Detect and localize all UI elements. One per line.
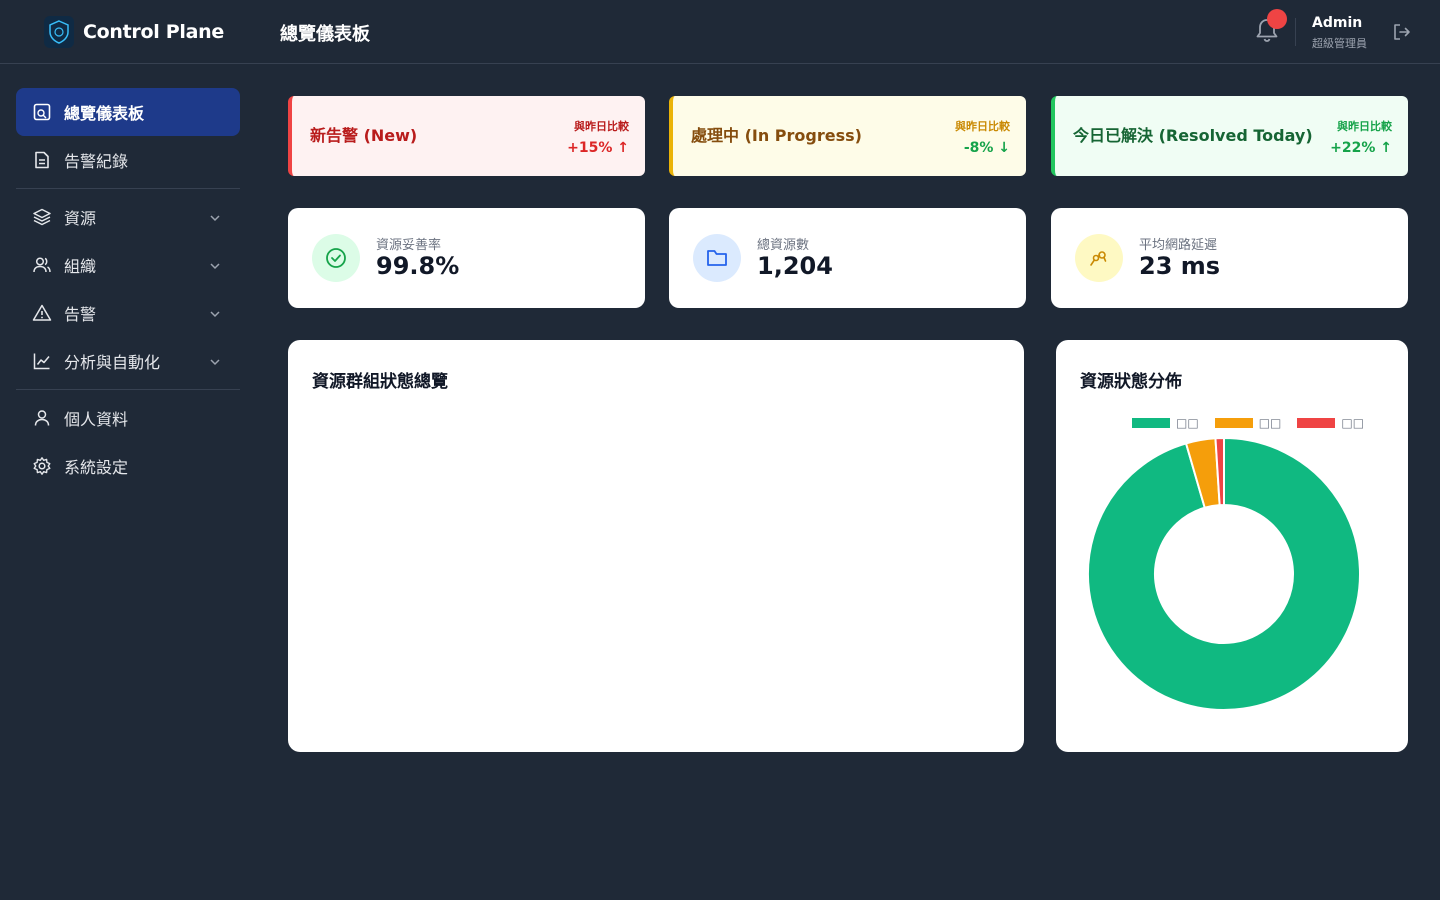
divider: [1295, 18, 1296, 46]
sidebar-item-dashboard[interactable]: 總覽儀表板: [16, 88, 240, 136]
sidebar-item-profile[interactable]: 個人資料: [16, 394, 240, 442]
stat-value: 99.8%: [376, 252, 460, 280]
document-icon: [32, 150, 52, 170]
legend-item[interactable]: □□: [1214, 416, 1282, 430]
legend-label: □□: [1341, 416, 1365, 430]
sidebar-item-label: 分析與自動化: [64, 353, 161, 372]
logout-icon[interactable]: [1392, 22, 1412, 42]
resource-group-overview-panel: 資源群組狀態總覽: [288, 340, 1024, 752]
app-name: Control Plane: [83, 21, 224, 43]
panel-title: 資源群組狀態總覽: [312, 372, 448, 392]
stat-label: 平均網路延遲: [1139, 238, 1218, 253]
stat-value: 23 ms: [1139, 252, 1221, 280]
sidebar-item-settings[interactable]: 系統設定: [16, 442, 240, 490]
panel-title: 資源狀態分佈: [1080, 372, 1182, 392]
layers-icon: [32, 207, 52, 227]
legend-item[interactable]: □□: [1132, 416, 1199, 430]
alert-card-in-progress[interactable]: 處理中 (In Progress) 與昨日比較 -8% ↓: [669, 96, 1026, 176]
sidebar-item-label: 系統設定: [64, 458, 129, 477]
brand[interactable]: Control Plane: [44, 16, 224, 48]
chevron-down-icon: [208, 210, 222, 224]
sidebar-item-label: 告警紀錄: [64, 152, 129, 171]
dashboard-icon: [32, 102, 52, 122]
alert-title: 處理中 (In Progress): [691, 126, 862, 145]
notification-badge: [1267, 9, 1287, 29]
sidebar-item-label: 個人資料: [64, 410, 129, 429]
legend-swatch: [1214, 418, 1253, 428]
stat-value: 1,204: [757, 252, 833, 280]
sidebar-item-resources[interactable]: 資源: [16, 193, 240, 241]
sidebar: 總覽儀表板 告警紀錄 資源 組織 告警 分析與自動化 個人資料 系統設定: [16, 88, 240, 490]
legend-swatch: [1132, 418, 1170, 428]
alert-card-resolved-today[interactable]: 今日已解決 (Resolved Today) 與昨日比較 +22% ↑: [1051, 96, 1408, 176]
folder-icon: [693, 234, 741, 282]
compare-label: 與昨日比較: [955, 120, 1010, 133]
chart-legend: □□ □□ □□: [1132, 416, 1380, 430]
alert-title: 新告警 (New): [310, 126, 418, 145]
chevron-down-icon: [208, 354, 222, 368]
user-role: 超級管理員: [1312, 37, 1367, 50]
sidebar-item-label: 組織: [64, 257, 97, 276]
delta-value: +15% ↑: [567, 140, 629, 156]
user-name: Admin: [1312, 15, 1363, 31]
gear-icon: [32, 456, 52, 476]
delta-value: +22% ↑: [1330, 140, 1392, 156]
chevron-down-icon: [208, 258, 222, 272]
divider: [16, 188, 240, 189]
legend-item[interactable]: □□: [1297, 416, 1364, 430]
network-icon: [1075, 234, 1123, 282]
sidebar-item-label: 告警: [64, 305, 97, 324]
top-bar: Control Plane 總覽儀表板 Admin 超級管理員: [0, 0, 1440, 64]
sidebar-item-label: 資源: [64, 209, 97, 228]
sidebar-item-alert-log[interactable]: 告警紀錄: [16, 136, 240, 184]
user-icon: [32, 408, 52, 428]
stat-card-latency: 平均網路延遲 23 ms: [1051, 208, 1408, 308]
sidebar-item-alerts[interactable]: 告警: [16, 289, 240, 337]
sidebar-item-label: 總覽儀表板: [64, 104, 145, 123]
alert-card-new[interactable]: 新告警 (New) 與昨日比較 +15% ↑: [288, 96, 645, 176]
sidebar-item-organization[interactable]: 組織: [16, 241, 240, 289]
users-icon: [32, 255, 52, 275]
compare-label: 與昨日比較: [1337, 120, 1392, 133]
stat-card-total-resources: 總資源數 1,204: [669, 208, 1026, 308]
sidebar-item-analytics[interactable]: 分析與自動化: [16, 337, 240, 385]
stat-label: 資源妥善率: [376, 238, 442, 253]
donut-chart: [1088, 438, 1360, 710]
page-title: 總覽儀表板: [280, 24, 370, 45]
check-circle-icon: [312, 234, 360, 282]
compare-label: 與昨日比較: [574, 120, 629, 133]
stat-card-availability: 資源妥善率 99.8%: [288, 208, 645, 308]
divider: [16, 389, 240, 390]
chart-line-icon: [32, 351, 52, 371]
legend-label: □□: [1258, 416, 1282, 430]
warning-icon: [32, 303, 52, 323]
delta-value: -8% ↓: [963, 140, 1010, 156]
shield-logo-icon: [44, 16, 74, 48]
legend-label: □□: [1176, 416, 1199, 430]
alert-title: 今日已解決 (Resolved Today): [1073, 126, 1313, 145]
chevron-down-icon: [208, 306, 222, 320]
legend-swatch: [1297, 418, 1336, 428]
stat-label: 總資源數: [757, 238, 810, 253]
